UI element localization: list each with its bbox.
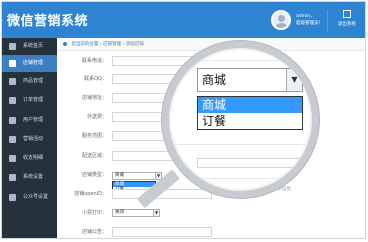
magnified-select-value: 商城 bbox=[202, 73, 227, 87]
divider bbox=[169, 178, 312, 179]
breadcrumb-home[interactable]: 您当前的位置 bbox=[71, 42, 98, 47]
header-divider bbox=[327, 10, 328, 32]
settings-icon bbox=[9, 174, 16, 181]
address-label: 店铺地址： bbox=[81, 95, 107, 101]
sidebar-item-home[interactable]: 系统首页 bbox=[2, 38, 57, 55]
sidebar-item-settings[interactable]: 系统设置 bbox=[2, 169, 57, 186]
sidebar-item-label: 用户管理 bbox=[23, 117, 44, 123]
sidebar-item-orders[interactable]: 订单管理 bbox=[2, 92, 57, 109]
sidebar-item-label: 营销活动 bbox=[23, 136, 44, 142]
magnified-store-type-select[interactable]: 商城 ▼ bbox=[197, 68, 303, 92]
service-range-label: 服务范围： bbox=[81, 133, 107, 139]
avatar-head bbox=[278, 15, 285, 22]
sidebar: 系统首页 店铺管理 商品管理 订单管理 用户管理 营销活动 收支明细 系统设置 … bbox=[2, 38, 57, 238]
wechat-icon bbox=[9, 194, 16, 201]
magnified-dropdown: 商城 订餐 bbox=[197, 96, 303, 130]
divider bbox=[169, 144, 312, 145]
edit-icon bbox=[343, 10, 351, 18]
store-type-select[interactable]: 商城 ▼ bbox=[112, 172, 162, 180]
marketing-icon bbox=[9, 136, 16, 143]
notice-field[interactable] bbox=[112, 227, 212, 237]
chevron-down-icon[interactable]: ▼ bbox=[153, 210, 159, 216]
store-type-value: 商城 bbox=[115, 173, 124, 178]
finance-icon bbox=[9, 155, 16, 162]
printer-select[interactable]: 关闭 ▼ bbox=[112, 209, 160, 217]
user-info: admin， 超级管理员！ bbox=[296, 13, 323, 27]
divider bbox=[169, 60, 312, 61]
sidebar-item-label: 店铺管理 bbox=[23, 60, 44, 66]
magnifier-lens: 商城 ▼ 商城 订餐 bbox=[162, 41, 319, 198]
sidebar-item-store[interactable]: 店铺管理 bbox=[2, 55, 57, 72]
magnified-option[interactable]: 商城 bbox=[198, 97, 302, 113]
delivery-area-label: 配送区域： bbox=[81, 153, 107, 159]
logout-label: 退出系统 bbox=[338, 22, 356, 27]
user-role: 超级管理员！ bbox=[296, 21, 323, 26]
printer-label: 小票打印： bbox=[81, 210, 107, 216]
product-icon bbox=[9, 78, 16, 85]
sidebar-item-label: 订单管理 bbox=[23, 97, 44, 103]
chevron-down-icon[interactable]: ▼ bbox=[286, 69, 302, 91]
magnified-field bbox=[197, 158, 312, 168]
app-window: 微信营销系统 admin， 超级管理员！ 退出系统 系统首页 店铺管理 商品管理… bbox=[1, 1, 366, 239]
sidebar-item-label: 系统首页 bbox=[23, 43, 44, 49]
breadcrumb-section[interactable]: 店铺管理 bbox=[103, 42, 121, 47]
user-icon bbox=[9, 117, 16, 124]
sidebar-item-marketing[interactable]: 营销活动 bbox=[2, 131, 57, 148]
order-icon bbox=[9, 97, 16, 104]
sidebar-item-users[interactable]: 用户管理 bbox=[2, 112, 57, 129]
sidebar-item-label: 系统设置 bbox=[23, 174, 44, 180]
printer-value: 关闭 bbox=[115, 210, 124, 215]
location-icon bbox=[63, 41, 67, 46]
phone-label: 联系电话： bbox=[81, 58, 107, 64]
store-type-label: 店铺类型： bbox=[81, 172, 107, 178]
magnified-option[interactable]: 订餐 bbox=[198, 113, 302, 129]
app-title: 微信营销系统 bbox=[7, 14, 89, 29]
sidebar-item-wechat[interactable]: 公众号设置 bbox=[2, 189, 57, 206]
sidebar-item-label: 商品管理 bbox=[23, 78, 44, 84]
header: 微信营销系统 admin， 超级管理员！ 退出系统 bbox=[2, 2, 365, 38]
sidebar-item-finance[interactable]: 收支明细 bbox=[2, 150, 57, 167]
sidebar-item-label: 公众号设置 bbox=[23, 194, 49, 200]
delivery-fee-label: 外送费： bbox=[86, 114, 107, 120]
home-icon bbox=[9, 43, 16, 50]
notice-label: 店铺公告： bbox=[81, 229, 107, 235]
store-icon bbox=[9, 60, 16, 67]
logout-button[interactable]: 退出系统 bbox=[332, 10, 362, 32]
breadcrumb-separator: › bbox=[122, 42, 125, 47]
openid-label: 店铺openID： bbox=[74, 191, 107, 197]
qq-label: 联系QQ： bbox=[84, 76, 107, 82]
sidebar-item-label: 收支明细 bbox=[23, 155, 44, 161]
avatar[interactable] bbox=[271, 10, 291, 30]
sidebar-item-products[interactable]: 商品管理 bbox=[2, 73, 57, 90]
avatar-body bbox=[275, 23, 288, 28]
username: admin， bbox=[296, 14, 315, 19]
breadcrumb-page: 添加店铺 bbox=[125, 42, 144, 47]
breadcrumb-separator: › bbox=[99, 42, 102, 47]
